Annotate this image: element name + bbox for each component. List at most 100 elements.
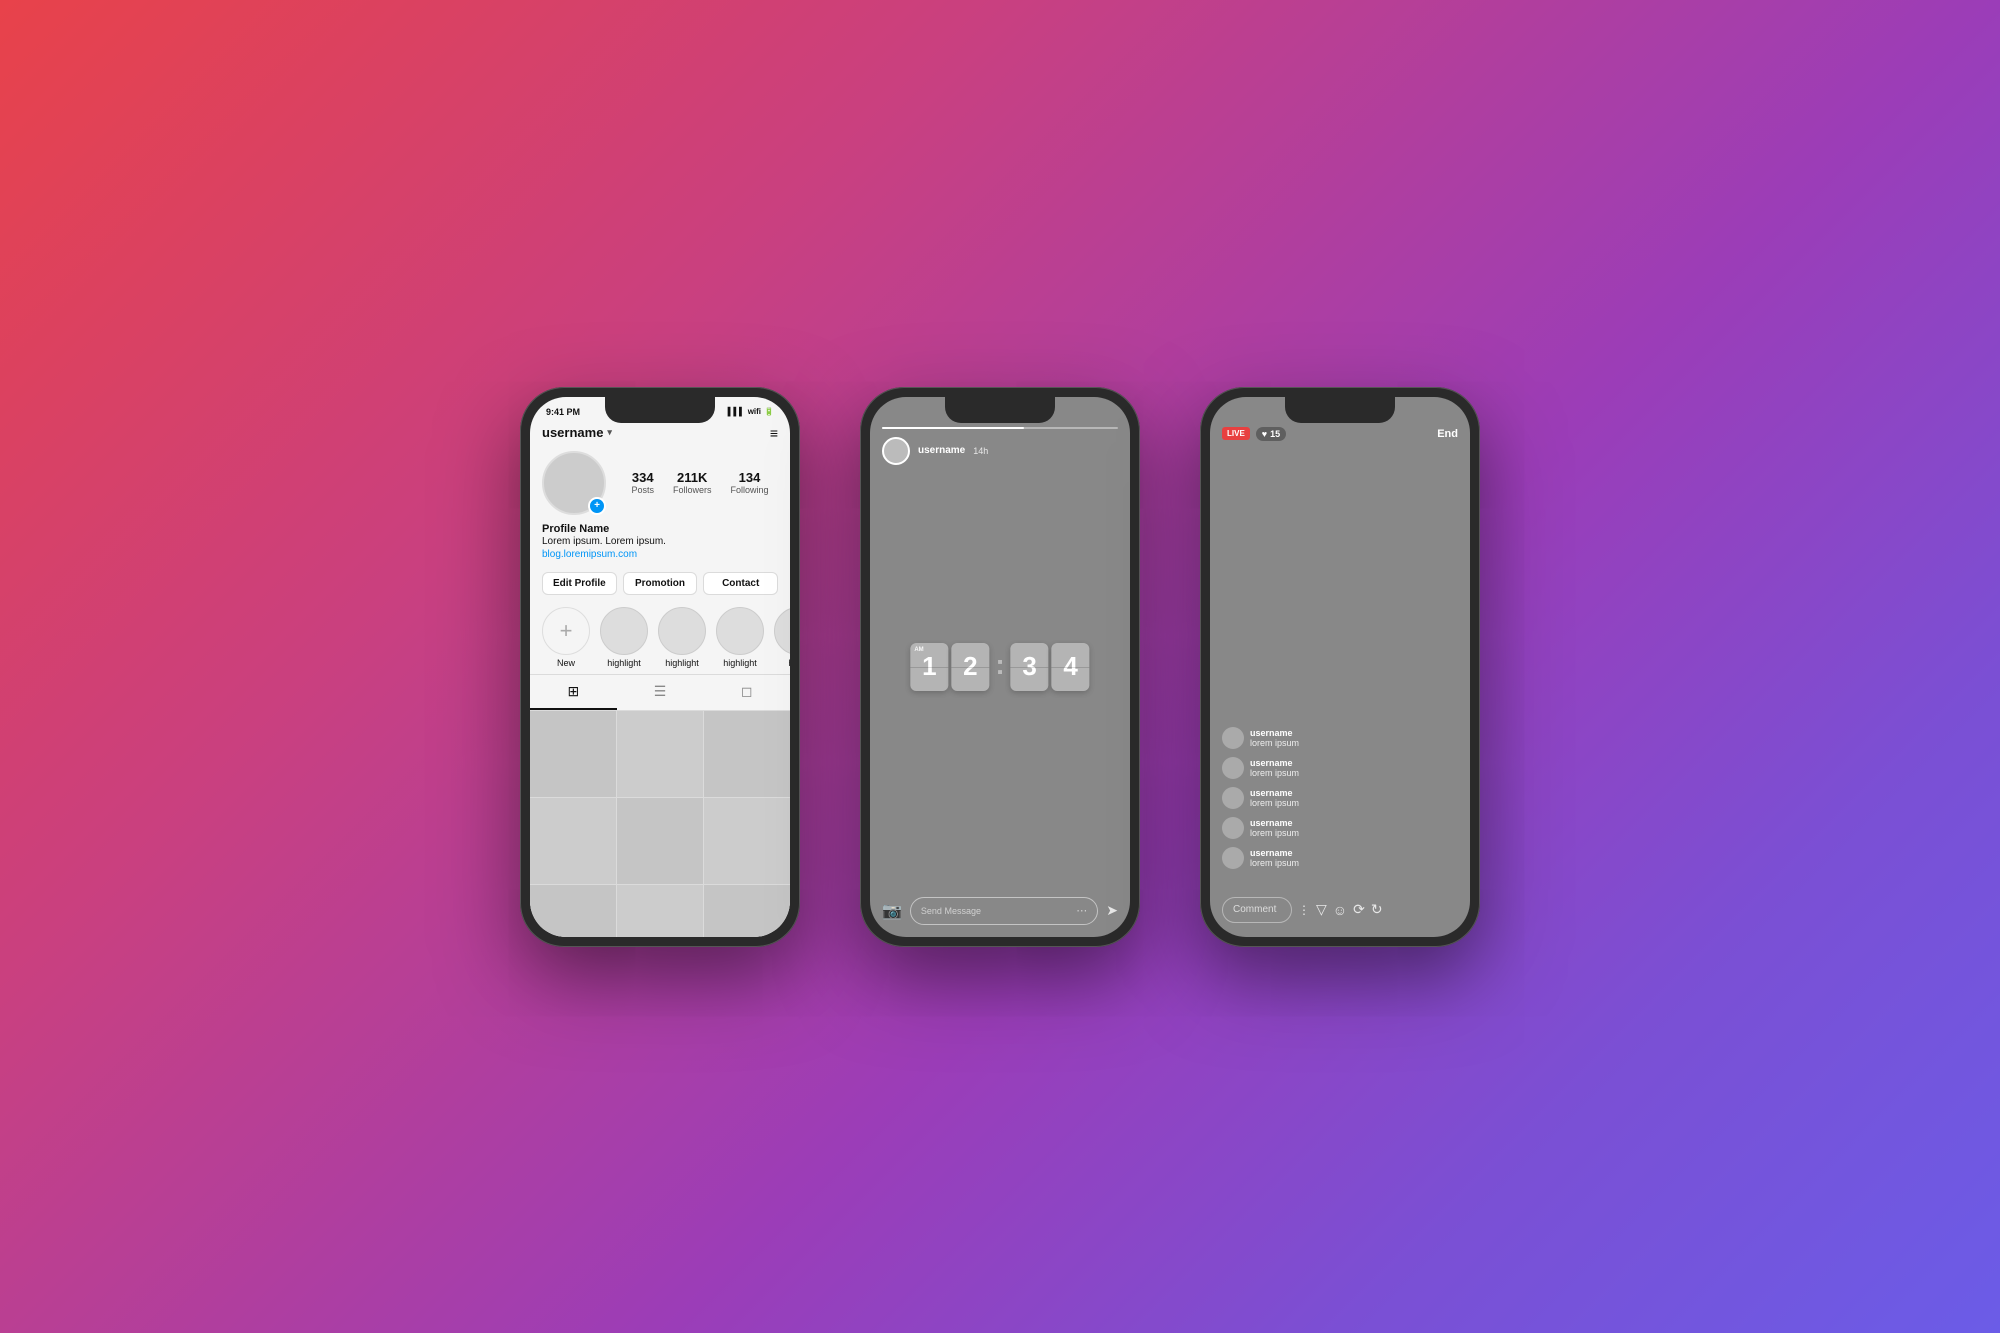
live-badge: LIVE [1222,427,1250,440]
add-avatar-button[interactable]: + [588,497,606,515]
live-end-button[interactable]: End [1437,428,1458,440]
bio-name: Profile Name [542,523,778,535]
live-more-options-icon[interactable]: ⋮ [1298,903,1310,917]
signal-icon: ▌▌▌ [728,407,745,416]
battery-icon: 🔋 [764,407,774,416]
highlight-4[interactable]: highl [774,607,790,668]
grid-item-4[interactable] [530,798,616,884]
grid-item-5[interactable] [617,798,703,884]
grid-item-6[interactable] [704,798,790,884]
contact-button[interactable]: Contact [703,572,778,595]
comment-2: username lorem ipsum [1222,787,1458,809]
live-comment-input[interactable]: Comment [1222,897,1292,923]
avatar-wrap: + [542,451,606,515]
comment-text-0: username lorem ipsum [1250,728,1299,748]
live-filter-icon[interactable]: ▽ [1316,901,1327,918]
following-count: 134 [739,470,761,485]
grid-item-9[interactable] [704,885,790,937]
comment-text-4: username lorem ipsum [1250,848,1299,868]
wifi-icon: wifi [748,407,761,416]
story-avatar [882,437,910,465]
comment-avatar-3 [1222,817,1244,839]
highlight-2[interactable]: highlight [658,607,706,668]
live-share-icon[interactable]: ↻ [1371,901,1383,918]
grid-item-7[interactable] [530,885,616,937]
highlight-label-2: highlight [665,658,699,668]
comment-avatar-2 [1222,787,1244,809]
grid-item-2[interactable] [617,711,703,797]
comment-avatar-1 [1222,757,1244,779]
profile-header: username ▾ ≡ [530,421,790,445]
highlight-label-3: highlight [723,658,757,668]
notch-1 [605,397,715,423]
stat-following: 134 Following [730,470,768,495]
promotion-button[interactable]: Promotion [623,572,698,595]
comment-user-4: username [1250,848,1299,858]
live-header: LIVE ♥ 15 End [1222,427,1458,441]
posts-grid [530,711,790,937]
story-time: 14h [973,446,988,456]
phone-live: LIVE ♥ 15 End username lorem ipsum us [1200,387,1480,947]
comment-msg-4: lorem ipsum [1250,858,1299,868]
following-label: Following [730,485,768,495]
comment-text-1: username lorem ipsum [1250,758,1299,778]
live-emoji-icon[interactable]: ☺ [1333,902,1347,918]
grid-item-3[interactable] [704,711,790,797]
story-progress-fill [882,427,1024,429]
comment-msg-1: lorem ipsum [1250,768,1299,778]
tab-tagged[interactable]: ◻ [703,675,790,710]
live-comments: username lorem ipsum username lorem ipsu… [1222,727,1458,877]
status-time: 9:41 PM [546,407,580,417]
highlights-row: + New highlight highlight highlight high… [530,601,790,674]
send-message-input[interactable]: Send Message ⋯ [910,897,1098,925]
story-clock-widget: AM 1 2 : 3 4 [910,643,1089,691]
comment-user-1: username [1250,758,1299,768]
highlight-circle-1 [600,607,648,655]
clock-m1: 3 [1011,643,1049,691]
highlight-new-label: New [557,658,575,668]
clock-h1: AM 1 [910,643,948,691]
bio-link[interactable]: blog.loremipsum.com [542,549,778,560]
story-header: username 14h [870,427,1130,465]
username-row[interactable]: username ▾ [542,425,612,440]
highlight-circle-3 [716,607,764,655]
profile-section: + 334 Posts 211K Followers 134 Following [530,445,790,521]
story-user-row: username 14h [882,437,1118,465]
story-progress-bar [882,427,1118,429]
new-highlight-button[interactable]: + [542,607,590,655]
comment-1: username lorem ipsum [1222,757,1458,779]
profile-username: username [542,425,603,440]
phone-story: username 14h AM 1 2 : 3 4 📷 Send Me [860,387,1140,947]
camera-icon[interactable]: 📷 [882,901,902,921]
tab-list[interactable]: ☰ [617,675,704,710]
comment-avatar-0 [1222,727,1244,749]
stat-followers: 211K Followers [673,470,712,495]
comment-3: username lorem ipsum [1222,817,1458,839]
bio-section: Profile Name Lorem ipsum. Lorem ipsum. b… [530,521,790,566]
grid-item-8[interactable] [617,885,703,937]
edit-profile-button[interactable]: Edit Profile [542,572,617,595]
highlight-3[interactable]: highlight [716,607,764,668]
more-options-icon[interactable]: ⋯ [1076,904,1087,917]
highlight-circle-4 [774,607,790,655]
comment-msg-2: lorem ipsum [1250,798,1299,808]
posts-label: Posts [631,485,654,495]
notch-2 [945,397,1055,423]
story-footer: 📷 Send Message ⋯ ➤ [870,897,1130,925]
posts-count: 334 [632,470,654,485]
highlight-new[interactable]: + New [542,607,590,668]
hamburger-icon[interactable]: ≡ [770,425,778,441]
highlight-label-1: highlight [607,658,641,668]
status-icons: ▌▌▌ wifi 🔋 [728,407,774,416]
live-heart-icon: ♥ [1262,429,1267,439]
live-camera-switch-icon[interactable]: ⟳ [1353,901,1365,918]
live-footer: Comment ⋮ ▽ ☺ ⟳ ↻ [1222,897,1458,923]
comment-text-2: username lorem ipsum [1250,788,1299,808]
highlight-1[interactable]: highlight [600,607,648,668]
grid-item-1[interactable] [530,711,616,797]
send-icon[interactable]: ➤ [1106,902,1118,919]
tab-grid[interactable]: ⊞ [530,675,617,710]
clock-minutes: 3 4 [1011,643,1090,691]
comment-text-3: username lorem ipsum [1250,818,1299,838]
comment-user-2: username [1250,788,1299,798]
